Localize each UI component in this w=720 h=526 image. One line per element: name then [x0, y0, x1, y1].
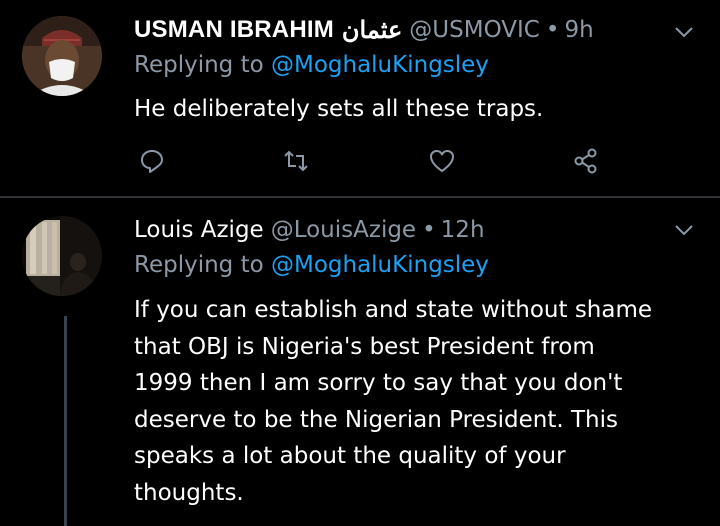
avatar[interactable]: [22, 216, 102, 296]
timestamp[interactable]: 12h: [441, 217, 485, 243]
mention-link[interactable]: @MoghaluKingsley: [271, 252, 489, 278]
tweet-actions: [0, 145, 720, 177]
timestamp[interactable]: 9h: [564, 17, 593, 43]
thread-line: [64, 316, 67, 526]
display-name[interactable]: USMAN IBRAHIM: [134, 16, 334, 44]
replying-to-label: Replying to: [134, 252, 264, 278]
tweet-text-line: If you can establish and state without s…: [134, 297, 653, 323]
tweet-header: USMAN IBRAHIM عثمان @USMOVIC • 9h: [134, 13, 594, 47]
tweet-text-line: 1999 then I am sorry to say that you don…: [134, 370, 623, 396]
tweet-text: If you can establish and state without s…: [134, 292, 704, 511]
avatar[interactable]: [22, 16, 102, 96]
avatar-image: [22, 216, 102, 296]
avatar-image: [22, 16, 102, 96]
tweet-text-line: that OBJ is Nigeria's best President fro…: [134, 333, 595, 360]
chevron-down-icon[interactable]: [672, 20, 696, 44]
tweet-text-line: He deliberately sets all these traps.: [134, 96, 544, 122]
tweet-text-line: speaks a lot about the quality of your: [134, 443, 566, 469]
user-handle[interactable]: @USMOVIC: [409, 17, 540, 43]
reply-icon[interactable]: [136, 145, 168, 177]
display-name-arabic[interactable]: عثمان: [342, 16, 402, 45]
separator-dot: •: [422, 217, 436, 243]
tweet-text-line: deserve to be the Nigerian President. Th…: [134, 406, 619, 433]
display-name[interactable]: Louis Azige: [134, 217, 264, 243]
tweet[interactable]: Louis Azige @LouisAzige • 12h Replying t…: [0, 198, 720, 526]
replying-to: Replying to @MoghaluKingsley: [134, 252, 489, 278]
retweet-icon[interactable]: [280, 145, 312, 177]
share-icon[interactable]: [570, 145, 602, 177]
replying-to-label: Replying to: [134, 52, 264, 78]
tweet-text: He deliberately sets all these traps.: [134, 91, 704, 128]
user-handle[interactable]: @LouisAzige: [271, 217, 416, 243]
tweet-text-line: thoughts.: [134, 479, 244, 506]
like-icon[interactable]: [426, 145, 458, 177]
replying-to: Replying to @MoghaluKingsley: [134, 52, 489, 78]
tweet-header: Louis Azige @LouisAzige • 12h: [134, 213, 485, 247]
chevron-down-icon[interactable]: [672, 218, 696, 242]
separator-dot: •: [545, 17, 560, 43]
mention-link[interactable]: @MoghaluKingsley: [271, 52, 489, 78]
tweet[interactable]: USMAN IBRAHIM عثمان @USMOVIC • 9h Replyi…: [0, 0, 720, 196]
